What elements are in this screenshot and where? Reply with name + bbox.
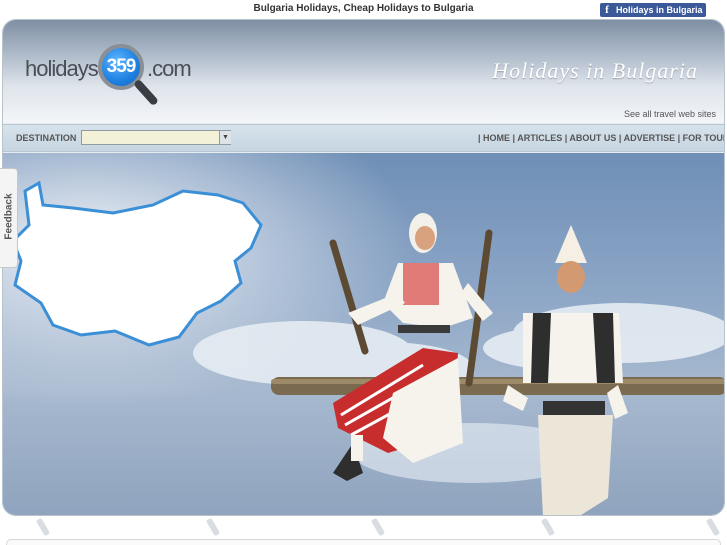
- destination-select[interactable]: [81, 130, 231, 145]
- nav-bar: DESTINATION ▼ | HOME | ARTICLES | ABOUT …: [3, 124, 724, 152]
- hero-illustration: [3, 153, 724, 515]
- bottom-panel: [6, 539, 721, 545]
- logo-text-com: .com: [147, 56, 192, 81]
- log-beam: [271, 377, 724, 395]
- decor-streak: [540, 517, 556, 537]
- feedback-label: Feedback: [3, 193, 15, 240]
- site-script-title: Holidays in Bulgaria: [492, 58, 698, 83]
- decor-streak: [205, 517, 221, 537]
- facebook-badge-label: Holidays in Bulgaria: [616, 5, 703, 15]
- feedback-tab[interactable]: Feedback: [0, 168, 18, 268]
- dropdown-arrow-icon[interactable]: ▼: [219, 131, 231, 144]
- site-logo[interactable]: holidays 359 .com: [25, 42, 195, 117]
- logo-text-holidays: holidays: [25, 56, 99, 81]
- nav-links-text[interactable]: | HOME | ARTICLES | ABOUT US | ADVERTISE…: [478, 133, 724, 143]
- hero-banner: [3, 153, 724, 515]
- see-all-sites-link[interactable]: See all travel web sites: [624, 109, 716, 119]
- site-header: holidays 359 .com Holidays in Bulgaria S…: [3, 20, 724, 123]
- nav-links[interactable]: | HOME | ARTICLES | ABOUT US | ADVERTISE…: [478, 132, 724, 145]
- facebook-icon: f: [605, 4, 609, 16]
- decor-streak: [370, 517, 386, 537]
- facebook-badge-button[interactable]: f Holidays in Bulgaria: [600, 3, 706, 17]
- decor-streak: [705, 517, 721, 537]
- logo-number: 359: [106, 56, 137, 77]
- main-frame: holidays 359 .com Holidays in Bulgaria S…: [2, 19, 725, 516]
- page: Bulgaria Holidays, Cheap Holidays to Bul…: [0, 0, 727, 545]
- magnifier-handle: [133, 78, 160, 107]
- destination-label: DESTINATION: [16, 133, 77, 143]
- decor-streak: [35, 517, 51, 537]
